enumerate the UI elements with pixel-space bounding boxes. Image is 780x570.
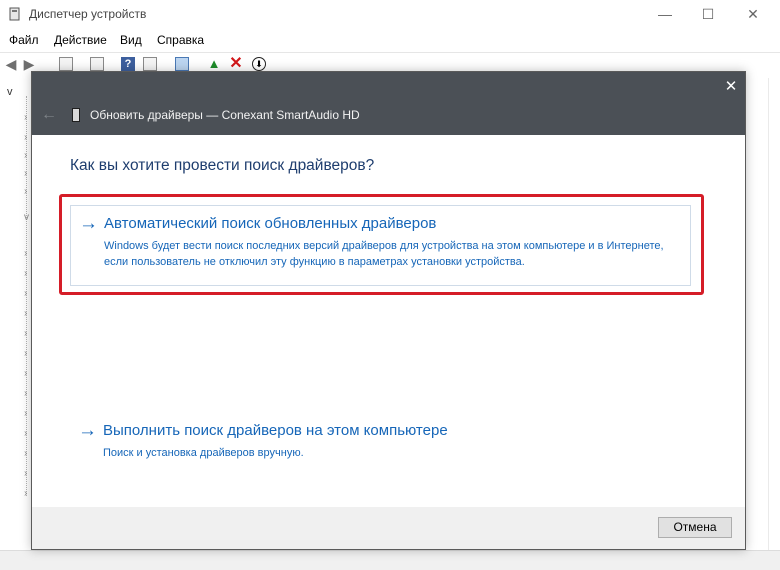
monitor-icon[interactable] [175,57,189,71]
menu-view[interactable]: Вид [120,33,142,47]
minimize-button[interactable]: — [645,4,685,24]
title-bar: Диспетчер устройств — ☐ ✕ [0,0,780,30]
tree-expander[interactable]: v [7,86,13,98]
chevron-right-icon[interactable]: › [24,488,27,499]
status-bar [0,550,780,570]
dialog-question: Как вы хотите провести поиск драйверов? [70,157,375,174]
option-description: Windows будет вести поиск последних верс… [104,240,664,268]
chevron-right-icon[interactable]: › [24,408,27,419]
chevron-right-icon[interactable]: › [24,368,27,379]
update-drivers-dialog: ✕ ← Обновить драйверы — Conexant SmartAu… [31,71,746,550]
chevron-right-icon[interactable]: › [24,388,27,399]
chevron-down-icon[interactable]: v [24,212,29,223]
driver-icon[interactable] [90,57,104,71]
chevron-right-icon[interactable]: › [24,468,27,479]
back-icon[interactable]: ◀ [4,57,18,71]
menu-bar: Файл Действие Вид Справка [0,30,780,51]
menu-action[interactable]: Действие [54,33,107,47]
chevron-right-icon[interactable]: › [24,186,27,197]
maximize-button[interactable]: ☐ [688,4,728,24]
forward-icon[interactable]: ▶ [22,57,36,71]
close-window-button[interactable]: ✕ [733,4,773,24]
properties-icon[interactable] [59,57,73,71]
chevron-right-icon[interactable]: › [24,268,27,279]
option-title: Автоматический поиск обновленных драйвер… [104,215,437,232]
dialog-title: Обновить драйверы — Conexant SmartAudio … [90,108,360,122]
chevron-right-icon[interactable]: › [24,328,27,339]
chevron-right-icon[interactable]: › [24,112,27,123]
cancel-button[interactable]: Отмена [658,517,732,538]
update-driver-icon[interactable]: ▲ [207,57,221,71]
uninstall-icon[interactable]: ✕ [229,56,243,72]
chevron-right-icon[interactable]: › [24,448,27,459]
chevron-right-icon[interactable]: › [24,150,27,161]
chevron-right-icon[interactable]: › [24,288,27,299]
arrow-right-icon: → [78,420,97,441]
chevron-right-icon[interactable]: › [24,428,27,439]
menu-file[interactable]: Файл [9,33,39,47]
menu-help[interactable]: Справка [157,33,204,47]
option-title: Выполнить поиск драйверов на этом компью… [103,422,448,439]
option-description: Поиск и установка драйверов вручную. [103,447,304,459]
chevron-right-icon[interactable]: › [24,248,27,259]
back-arrow-icon[interactable]: ← [41,107,57,123]
dialog-header: ✕ ← Обновить драйверы — Conexant SmartAu… [32,72,745,135]
manual-search-option[interactable]: → Выполнить поиск драйверов на этом комп… [70,413,691,463]
window-title: Диспетчер устройств [29,7,147,21]
auto-search-option[interactable]: → Автоматический поиск обновленных драйв… [70,205,691,286]
help-icon[interactable]: ? [121,57,135,71]
chevron-right-icon[interactable]: › [24,348,27,359]
chevron-right-icon[interactable]: › [24,168,27,179]
dialog-footer: Отмена [32,507,745,549]
view-icon[interactable] [143,57,157,71]
chevron-right-icon[interactable]: › [24,132,27,143]
scrollbar[interactable] [768,78,780,550]
device-icon [72,108,80,122]
download-icon[interactable]: ⬇ [252,57,266,71]
close-icon[interactable]: ✕ [722,78,740,96]
arrow-right-icon: → [79,213,98,234]
chevron-right-icon[interactable]: › [24,308,27,319]
device-manager-icon [9,7,20,21]
